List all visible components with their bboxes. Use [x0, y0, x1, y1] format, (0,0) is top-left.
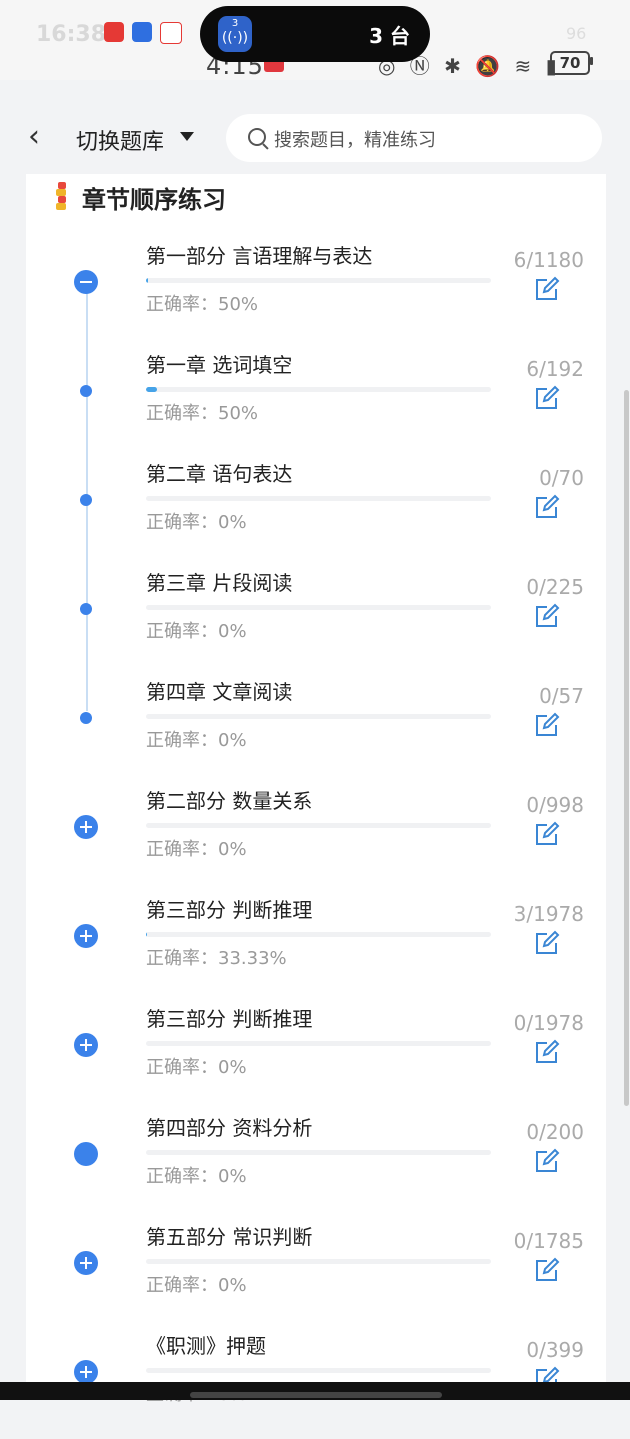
- edit-icon[interactable]: [534, 712, 560, 738]
- section-title: 章节顺序练习: [82, 186, 226, 214]
- chapter-row[interactable]: 第三部分 判断推理 正确率：33.33% 3/1978: [26, 894, 606, 1003]
- island-text: 3 台: [369, 24, 410, 48]
- chapter-title: 第一章 选词填空: [146, 353, 293, 377]
- chapter-row[interactable]: 第四部分 资料分析 正确率：0% 0/200: [26, 1112, 606, 1221]
- progress-count: 0/225: [526, 575, 584, 599]
- progress-count: 0/399: [526, 1338, 584, 1362]
- progress-bar: [146, 1150, 491, 1155]
- firecracker-icon: [56, 182, 66, 210]
- chapter-title: 第四部分 资料分析: [146, 1116, 313, 1140]
- edit-icon[interactable]: [534, 821, 560, 847]
- chapter-row[interactable]: 第二部分 数量关系 正确率：0% 0/998: [26, 785, 606, 894]
- chapter-title: 第三部分 判断推理: [146, 898, 313, 922]
- chapter-row[interactable]: 第三部分 判断推理 正确率：0% 0/1978: [26, 1003, 606, 1112]
- battery-icon: 70: [550, 51, 590, 75]
- chapter-card: 章节顺序练习 第一部分 言语理解与表达 正确率：50% 6/1180 第一章 选词填空…: [26, 174, 606, 1405]
- expand-icon[interactable]: [74, 1251, 98, 1275]
- progress-bar: [146, 823, 491, 828]
- collapse-icon[interactable]: [74, 270, 98, 294]
- timeline-dot-icon: [74, 1142, 98, 1166]
- edit-icon[interactable]: [534, 1148, 560, 1174]
- timeline-dot-icon: [80, 494, 92, 506]
- progress-count: 0/1978: [513, 1011, 584, 1035]
- broadcast-icon: 3 ((·)): [218, 16, 252, 52]
- progress-count: 3/1978: [513, 902, 584, 926]
- edit-icon[interactable]: [534, 385, 560, 411]
- progress-bar: [146, 1259, 491, 1264]
- accuracy-text: 正确率：33.33%: [146, 948, 287, 969]
- search-input[interactable]: 搜索题目，精准练习: [226, 114, 602, 162]
- search-placeholder: 搜索题目，精准练习: [274, 130, 436, 151]
- back-icon[interactable]: ‹: [28, 122, 40, 152]
- accuracy-text: 正确率：0%: [146, 730, 247, 751]
- progress-count: 0/998: [526, 793, 584, 817]
- progress-count: 0/70: [539, 466, 584, 490]
- accuracy-text: 正确率：50%: [146, 403, 259, 424]
- edit-icon[interactable]: [534, 930, 560, 956]
- dynamic-island[interactable]: 3 ((·)) 3 台: [200, 6, 430, 62]
- accuracy-text: 正确率：0%: [146, 1275, 247, 1296]
- edit-icon[interactable]: [534, 494, 560, 520]
- app-icon-1: [104, 22, 124, 42]
- status-ghost-number: 96: [566, 24, 587, 43]
- expand-icon[interactable]: [74, 1360, 98, 1384]
- accuracy-text: 正确率：50%: [146, 294, 259, 315]
- edit-icon[interactable]: [534, 603, 560, 629]
- chapter-row[interactable]: 第三章 片段阅读 正确率：0% 0/225: [26, 567, 606, 676]
- progress-bar: [146, 605, 491, 610]
- accuracy-text: 正确率：0%: [146, 621, 247, 642]
- progress-count: 0/200: [526, 1120, 584, 1144]
- accuracy-text: 正确率：0%: [146, 512, 247, 533]
- status-time-ghost: 16:38: [36, 22, 107, 47]
- progress-count: 6/192: [526, 357, 584, 381]
- progress-count: 0/1785: [513, 1229, 584, 1253]
- accuracy-text: 正确率：0%: [146, 1166, 247, 1187]
- app-icon-2: [132, 22, 152, 42]
- battery-nub: [590, 57, 593, 65]
- chapter-row[interactable]: 第四章 文章阅读 正确率：0% 0/57: [26, 676, 606, 785]
- chapter-row[interactable]: 第五部分 常识判断 正确率：0% 0/1785: [26, 1221, 606, 1330]
- chapter-title: 第二章 语句表达: [146, 462, 293, 486]
- scrollbar[interactable]: [624, 390, 629, 1106]
- chapter-title: 《职测》押题: [146, 1334, 266, 1358]
- timeline-dot-icon: [80, 385, 92, 397]
- chapter-title: 第二部分 数量关系: [146, 789, 313, 813]
- edit-icon[interactable]: [534, 1257, 560, 1283]
- home-indicator[interactable]: [190, 1392, 442, 1398]
- progress-bar: [146, 387, 491, 392]
- switch-bank-button[interactable]: 切换题库: [76, 124, 164, 156]
- edit-icon[interactable]: [534, 1039, 560, 1065]
- progress-bar: [146, 1041, 491, 1046]
- chapter-title: 第四章 文章阅读: [146, 680, 293, 704]
- chapter-row[interactable]: 第一部分 言语理解与表达 正确率：50% 6/1180: [26, 240, 606, 349]
- chapter-title: 第三部分 判断推理: [146, 1007, 313, 1031]
- chapter-row[interactable]: 第二章 语句表达 正确率：0% 0/70: [26, 458, 606, 567]
- progress-bar: [146, 714, 491, 719]
- chapter-title: 第三章 片段阅读: [146, 571, 293, 595]
- chapter-title: 第一部分 言语理解与表达: [146, 244, 373, 268]
- header-bar: ‹ 切换题库 搜索题目，精准练习: [0, 100, 630, 174]
- chapter-title: 第五部分 常识判断: [146, 1225, 313, 1249]
- chapter-row[interactable]: 第一章 选词填空 正确率：50% 6/192: [26, 349, 606, 458]
- accuracy-text: 正确率：0%: [146, 839, 247, 860]
- progress-bar: [146, 1368, 491, 1373]
- progress-bar: [146, 496, 491, 501]
- expand-icon[interactable]: [74, 815, 98, 839]
- progress-count: 0/57: [539, 684, 584, 708]
- progress-bar: [146, 278, 491, 283]
- caret-down-icon[interactable]: [180, 132, 194, 141]
- expand-icon[interactable]: [74, 924, 98, 948]
- timeline-dot-icon: [80, 712, 92, 724]
- timeline-dot-icon: [80, 603, 92, 615]
- progress-bar: [146, 932, 491, 937]
- accuracy-text: 正确率：0%: [146, 1057, 247, 1078]
- search-icon: [248, 128, 266, 146]
- progress-count: 6/1180: [513, 248, 584, 272]
- edit-icon[interactable]: [534, 276, 560, 302]
- expand-icon[interactable]: [74, 1033, 98, 1057]
- app-icon-3: [160, 22, 182, 44]
